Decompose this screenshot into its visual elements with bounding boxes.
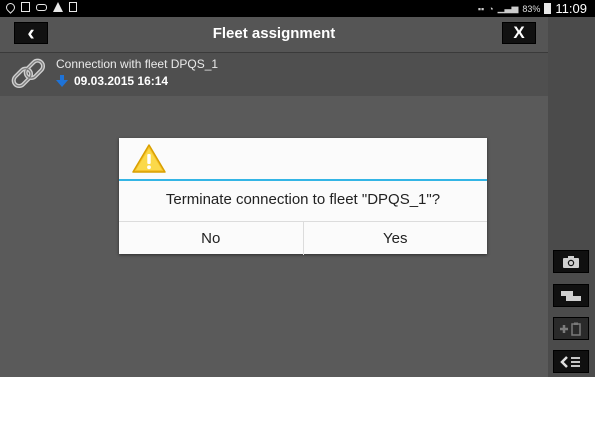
side-panel	[548, 17, 595, 377]
dialog-message: Terminate connection to fleet "DPQS_1"?	[165, 191, 441, 208]
yes-button[interactable]: Yes	[302, 222, 488, 255]
location-icon	[4, 0, 17, 14]
dialog-button-bar: No Yes	[119, 221, 487, 255]
connection-row[interactable]: Connection with fleet DPQS_1 09.03.2015 …	[0, 53, 548, 96]
add-clipboard-icon	[560, 322, 581, 336]
close-button[interactable]: X	[502, 22, 536, 44]
warning-icon	[132, 144, 166, 173]
app-screen: ▪▪ ◔ ▁▃▅ 83% 11:09 ‹ Fleet assignment X	[0, 0, 595, 377]
connection-datetime: 09.03.2015 16:14	[74, 74, 169, 88]
battery-icon	[544, 3, 552, 14]
status-bar: ▪▪ ◔ ▁▃▅ 83% 11:09	[0, 0, 595, 17]
wifi-icon: ◔	[488, 3, 494, 14]
app-header: ‹ Fleet assignment X	[0, 17, 548, 53]
connection-date-row: 09.03.2015 16:14	[56, 74, 168, 88]
data-icon: ▪▪	[477, 3, 485, 14]
clock-time: 11:09	[555, 1, 587, 16]
arrow-down-icon	[56, 75, 68, 87]
connection-title: Connection with fleet DPQS_1	[56, 57, 219, 71]
toggle-view-button[interactable]	[553, 284, 589, 307]
status-left-icons	[4, 0, 77, 14]
battery-percent: 83%	[522, 3, 541, 14]
collapse-menu-button[interactable]	[553, 350, 589, 373]
signal-icon: ▁▃▅	[497, 3, 519, 13]
confirm-dialog: Terminate connection to fleet "DPQS_1"? …	[119, 138, 487, 255]
message-icon	[21, 2, 30, 12]
dialog-header	[119, 138, 487, 181]
close-icon: X	[513, 23, 525, 42]
status-right: ▪▪ ◔ ▁▃▅ 83% 11:09	[478, 1, 587, 16]
camera-icon	[563, 255, 579, 268]
file-icon	[69, 2, 77, 12]
camera-button[interactable]	[553, 250, 589, 273]
add-clipboard-button[interactable]	[553, 317, 589, 340]
chain-link-icon	[11, 58, 46, 89]
collapse-menu-icon	[560, 355, 580, 368]
toggle-view-icon	[561, 290, 581, 301]
no-button[interactable]: No	[119, 222, 303, 255]
warning-icon	[53, 2, 63, 12]
voicemail-icon	[36, 3, 47, 11]
page-title: Fleet assignment	[212, 25, 336, 42]
